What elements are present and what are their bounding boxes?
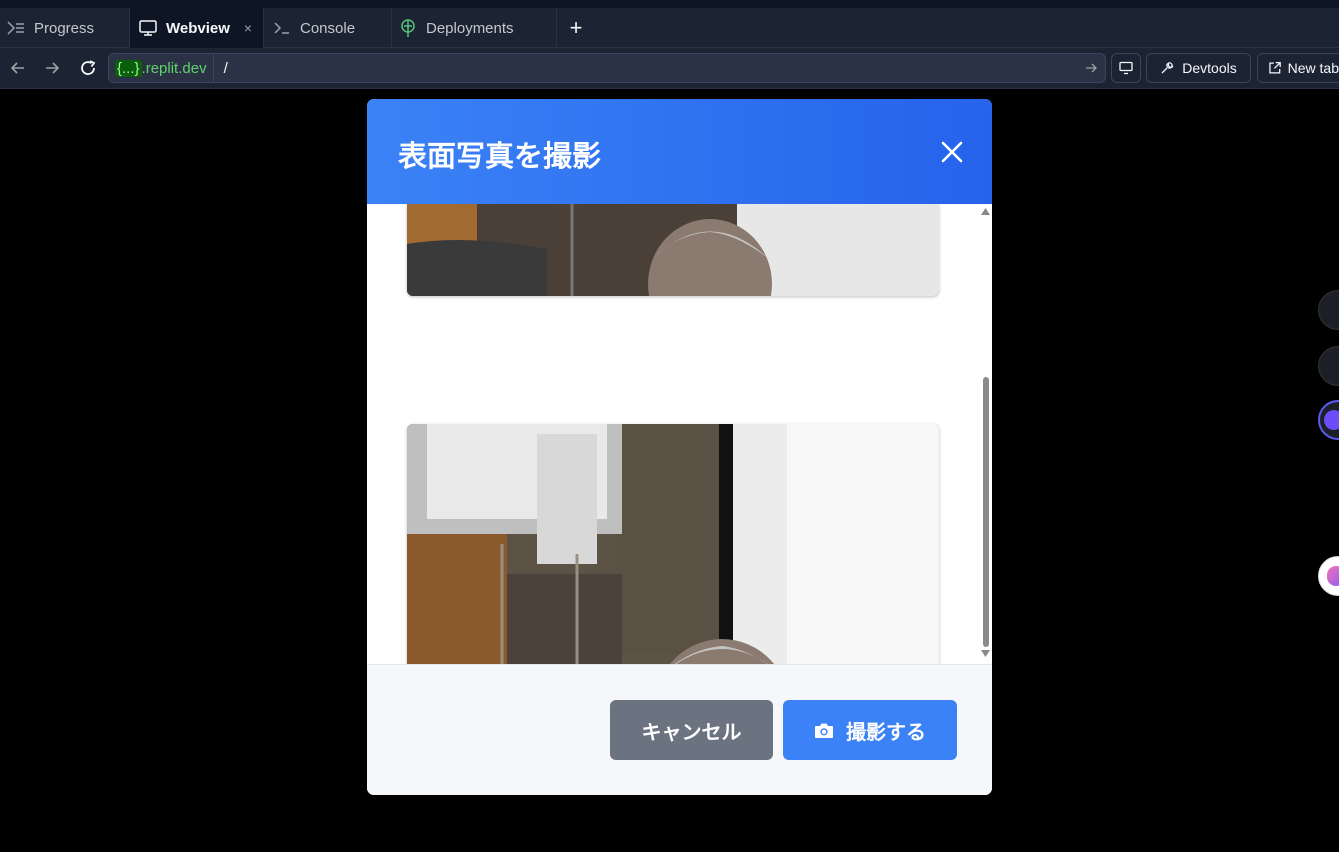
deployments-icon xyxy=(398,18,418,38)
devtools-button[interactable]: Devtools xyxy=(1146,53,1251,83)
tab-console[interactable]: Console xyxy=(264,8,392,48)
title-strip xyxy=(0,0,1339,8)
arrow-right-icon xyxy=(46,62,60,74)
wrench-icon xyxy=(1161,62,1174,74)
back-button[interactable] xyxy=(6,56,30,80)
camera-icon xyxy=(814,722,834,739)
arrow-right-icon xyxy=(1086,63,1097,73)
tab-webview[interactable]: Webview × xyxy=(130,8,264,48)
device-preview-button[interactable] xyxy=(1111,53,1141,83)
progress-icon xyxy=(6,18,26,38)
capture-label: 撮影する xyxy=(846,719,926,744)
reload-button[interactable] xyxy=(76,56,100,80)
arrow-left-icon xyxy=(10,62,24,74)
tab-deployments[interactable]: Deployments xyxy=(392,8,557,48)
monitor-icon xyxy=(1119,61,1133,75)
cancel-label: キャンセル xyxy=(641,719,742,744)
reload-icon xyxy=(81,60,96,75)
scroll-up-icon xyxy=(981,208,990,215)
tab-label: Console xyxy=(300,19,356,37)
new-tab-label: New tab xyxy=(1287,60,1339,76)
tab-bar: Progress Webview × Console Deployments + xyxy=(0,8,1339,48)
tab-progress[interactable]: Progress xyxy=(0,8,130,48)
forward-button[interactable] xyxy=(40,56,64,80)
close-icon[interactable]: × xyxy=(244,20,252,36)
devtools-label: Devtools xyxy=(1182,60,1237,76)
url-host: {...} .replit.dev xyxy=(109,54,214,82)
url-path-input[interactable]: / xyxy=(214,60,1077,77)
capture-modal: 表面写真を撮影 キャンセル 撮影する xyxy=(367,99,992,795)
tab-label: Webview xyxy=(166,19,230,37)
modal-body[interactable] xyxy=(367,204,992,664)
go-button[interactable] xyxy=(1077,54,1105,82)
scroll-down-icon xyxy=(981,650,990,657)
extension-icon xyxy=(1327,566,1339,586)
modal-title: 表面写真を撮影 xyxy=(398,139,602,173)
cancel-button[interactable]: キャンセル xyxy=(610,700,773,760)
close-icon xyxy=(941,141,963,163)
new-tab-button[interactable]: + xyxy=(558,8,594,48)
tab-label: Progress xyxy=(34,19,95,37)
terminal-icon xyxy=(272,18,292,38)
modal-footer: キャンセル 撮影する xyxy=(367,664,992,795)
capture-button[interactable]: 撮影する xyxy=(783,700,957,760)
modal-header: 表面写真を撮影 xyxy=(367,99,992,204)
modal-close-button[interactable] xyxy=(935,135,969,169)
nav-bar: {...} .replit.dev / Devtools New tab xyxy=(0,48,1339,89)
open-new-tab-button[interactable]: New tab xyxy=(1257,53,1339,83)
tab-label: Deployments xyxy=(426,19,514,37)
url-host-domain: .replit.dev xyxy=(141,59,207,77)
url-host-braces: {...} xyxy=(115,59,142,77)
scrollbar-thumb[interactable] xyxy=(983,377,989,647)
assistant-icon xyxy=(1324,410,1339,430)
external-link-icon xyxy=(1269,62,1281,74)
camera-preview-image xyxy=(407,204,939,296)
camera-preview-image xyxy=(407,424,939,664)
monitor-icon xyxy=(138,18,158,38)
address-bar[interactable]: {...} .replit.dev / xyxy=(108,53,1106,83)
